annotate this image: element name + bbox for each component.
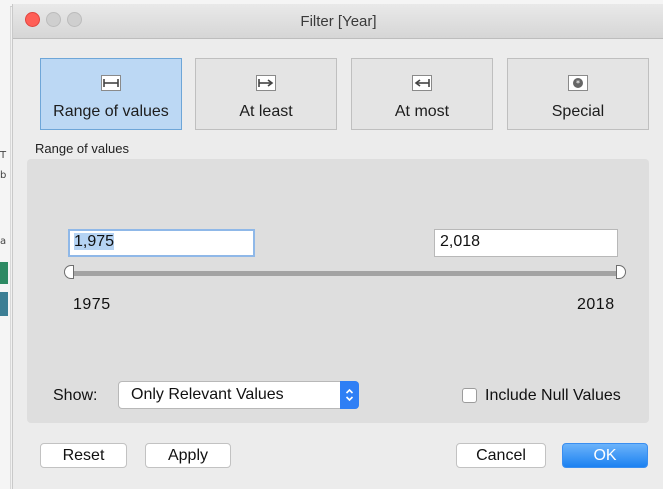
at-most-tab[interactable]: At most [351, 58, 493, 130]
include-null-label[interactable]: Include Null Values [485, 387, 621, 405]
background-app-edge: T b a [0, 0, 11, 489]
min-value-text: 1,975 [74, 233, 115, 250]
at-most-label: At most [394, 103, 450, 120]
show-dropdown[interactable]: Only Relevant Values [118, 381, 359, 409]
range-max-label: 2018 [577, 296, 615, 313]
range-min-label: 1975 [73, 296, 111, 313]
special-tab[interactable]: * Special [507, 58, 649, 130]
at-most-icon [412, 75, 432, 91]
include-null-checkbox[interactable] [462, 388, 477, 403]
at-least-icon [256, 75, 276, 91]
special-icon: * [568, 75, 588, 91]
range-slider-min-handle[interactable] [64, 265, 74, 279]
range-slider-track[interactable] [72, 271, 622, 276]
show-label: Show: [53, 387, 98, 404]
max-value-text: 2,018 [440, 233, 481, 250]
dialog-title: Filter [Year] [300, 13, 377, 30]
svg-text:*: * [576, 79, 580, 88]
max-value-input[interactable]: 2,018 [434, 229, 618, 257]
special-label: Special [551, 103, 605, 120]
ok-button[interactable]: OK [562, 443, 648, 468]
min-value-input[interactable]: 1,975 [68, 229, 255, 257]
background-glyph: b [0, 170, 7, 181]
range-of-values-tab[interactable]: Range of values [40, 58, 182, 130]
select-arrows-icon [340, 381, 359, 409]
show-dropdown-value: Only Relevant Values [131, 386, 284, 403]
range-of-values-label: Range of values [53, 103, 169, 120]
background-teal-block [0, 292, 8, 316]
range-icon [101, 75, 121, 91]
reset-button[interactable]: Reset [40, 443, 127, 468]
at-least-label: At least [239, 103, 293, 120]
at-least-tab[interactable]: At least [195, 58, 337, 130]
section-label: Range of values [35, 141, 129, 156]
background-glyph: a [0, 236, 7, 247]
background-green-block [0, 262, 8, 284]
cancel-button[interactable]: Cancel [456, 443, 546, 468]
apply-button[interactable]: Apply [145, 443, 231, 468]
title-bar: Filter [Year] [13, 4, 663, 39]
background-glyph: T [0, 150, 7, 161]
